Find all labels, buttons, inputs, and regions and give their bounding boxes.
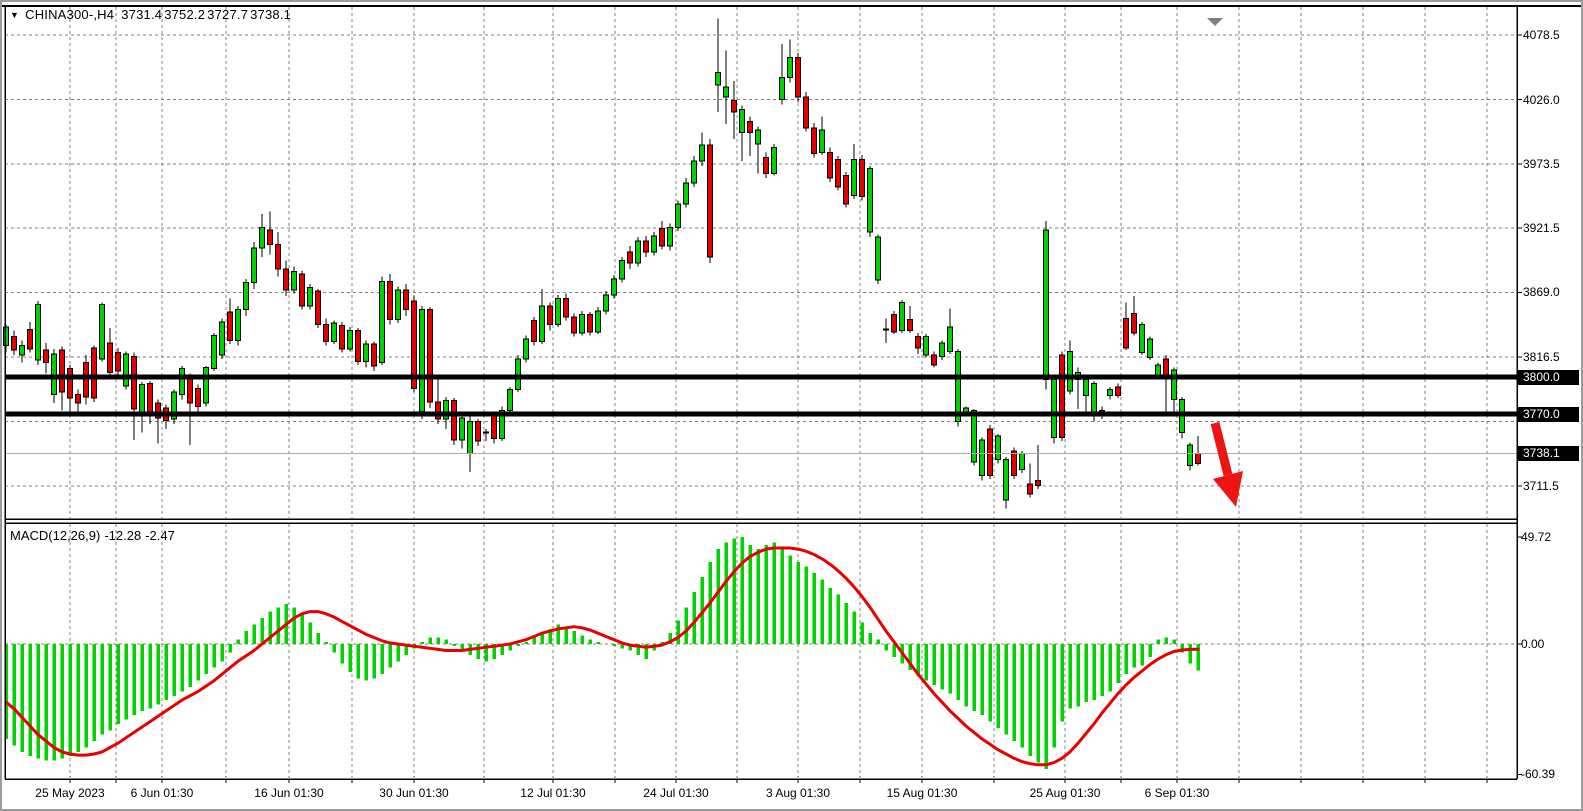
ohlc-close: 3738.1 [250, 7, 291, 22]
symbol-header: ▼ CHINA300-,H4 3731.43752.23727.73738.1 [10, 7, 293, 22]
macd-axis-label: -60.39 [1521, 767, 1555, 781]
price-badge[interactable]: 3800.0 [1518, 370, 1579, 385]
macd-histogram [6, 537, 1198, 769]
time-axis-label: 16 Jun 01:30 [254, 786, 323, 800]
price-axis-label: 4026.0 [1523, 93, 1560, 107]
candles [4, 18, 1201, 508]
gridlines [5, 7, 1517, 778]
ohlc-high: 3752.2 [164, 7, 205, 22]
ohlc-open: 3731.4 [121, 7, 162, 22]
time-axis-label: 30 Jun 01:30 [379, 786, 448, 800]
indicator-signal-value: -2.47 [145, 528, 175, 543]
indicator-macd-value: -12.28 [104, 528, 141, 543]
time-axis-label: 3 Aug 01:30 [766, 786, 830, 800]
indicator-name: MACD(12,26,9) [10, 528, 100, 543]
indicator-label: MACD(12,26,9) -12.28 -2.47 [10, 528, 179, 543]
ohlc-low: 3727.7 [207, 7, 248, 22]
price-badge[interactable]: 3770.0 [1518, 407, 1579, 422]
price-badge[interactable]: 3738.1 [1518, 446, 1579, 461]
symbol-marker-icon: ▼ [10, 10, 19, 20]
symbol-name: CHINA300-,H4 [25, 7, 114, 22]
price-axis-label: 3973.5 [1523, 157, 1560, 171]
time-axis-label: 24 Jul 01:30 [643, 786, 708, 800]
axis-ticks [70, 35, 1522, 783]
time-axis-label: 6 Sep 01:30 [1145, 786, 1210, 800]
chart-canvas[interactable] [2, 2, 1583, 811]
price-axis-label: 4078.5 [1523, 28, 1560, 42]
price-axis-label: 3816.5 [1523, 350, 1560, 364]
price-axis-label: 3921.5 [1523, 221, 1560, 235]
level-lines[interactable] [5, 377, 1517, 414]
macd-axis-label: 0.00 [1521, 637, 1544, 651]
time-axis-label: 15 Aug 01:30 [887, 786, 958, 800]
time-axis-label: 25 May 2023 [35, 786, 104, 800]
macd-signal-line [6, 548, 1198, 765]
panel-frames [2, 6, 1583, 779]
price-axis-label: 3711.5 [1523, 479, 1559, 493]
time-axis-label: 6 Jun 01:30 [131, 786, 194, 800]
time-axis-label: 12 Jul 01:30 [520, 786, 585, 800]
price-axis-label: 3869.0 [1523, 285, 1560, 299]
trading-chart-window: ▼CHINA300-,H43731.43752.23727.73738.1 MA… [0, 0, 1583, 811]
time-axis-label: 25 Aug 01:30 [1030, 786, 1101, 800]
last-bar-marker-icon [1207, 18, 1223, 26]
macd-axis-label: 49.72 [1521, 530, 1551, 544]
